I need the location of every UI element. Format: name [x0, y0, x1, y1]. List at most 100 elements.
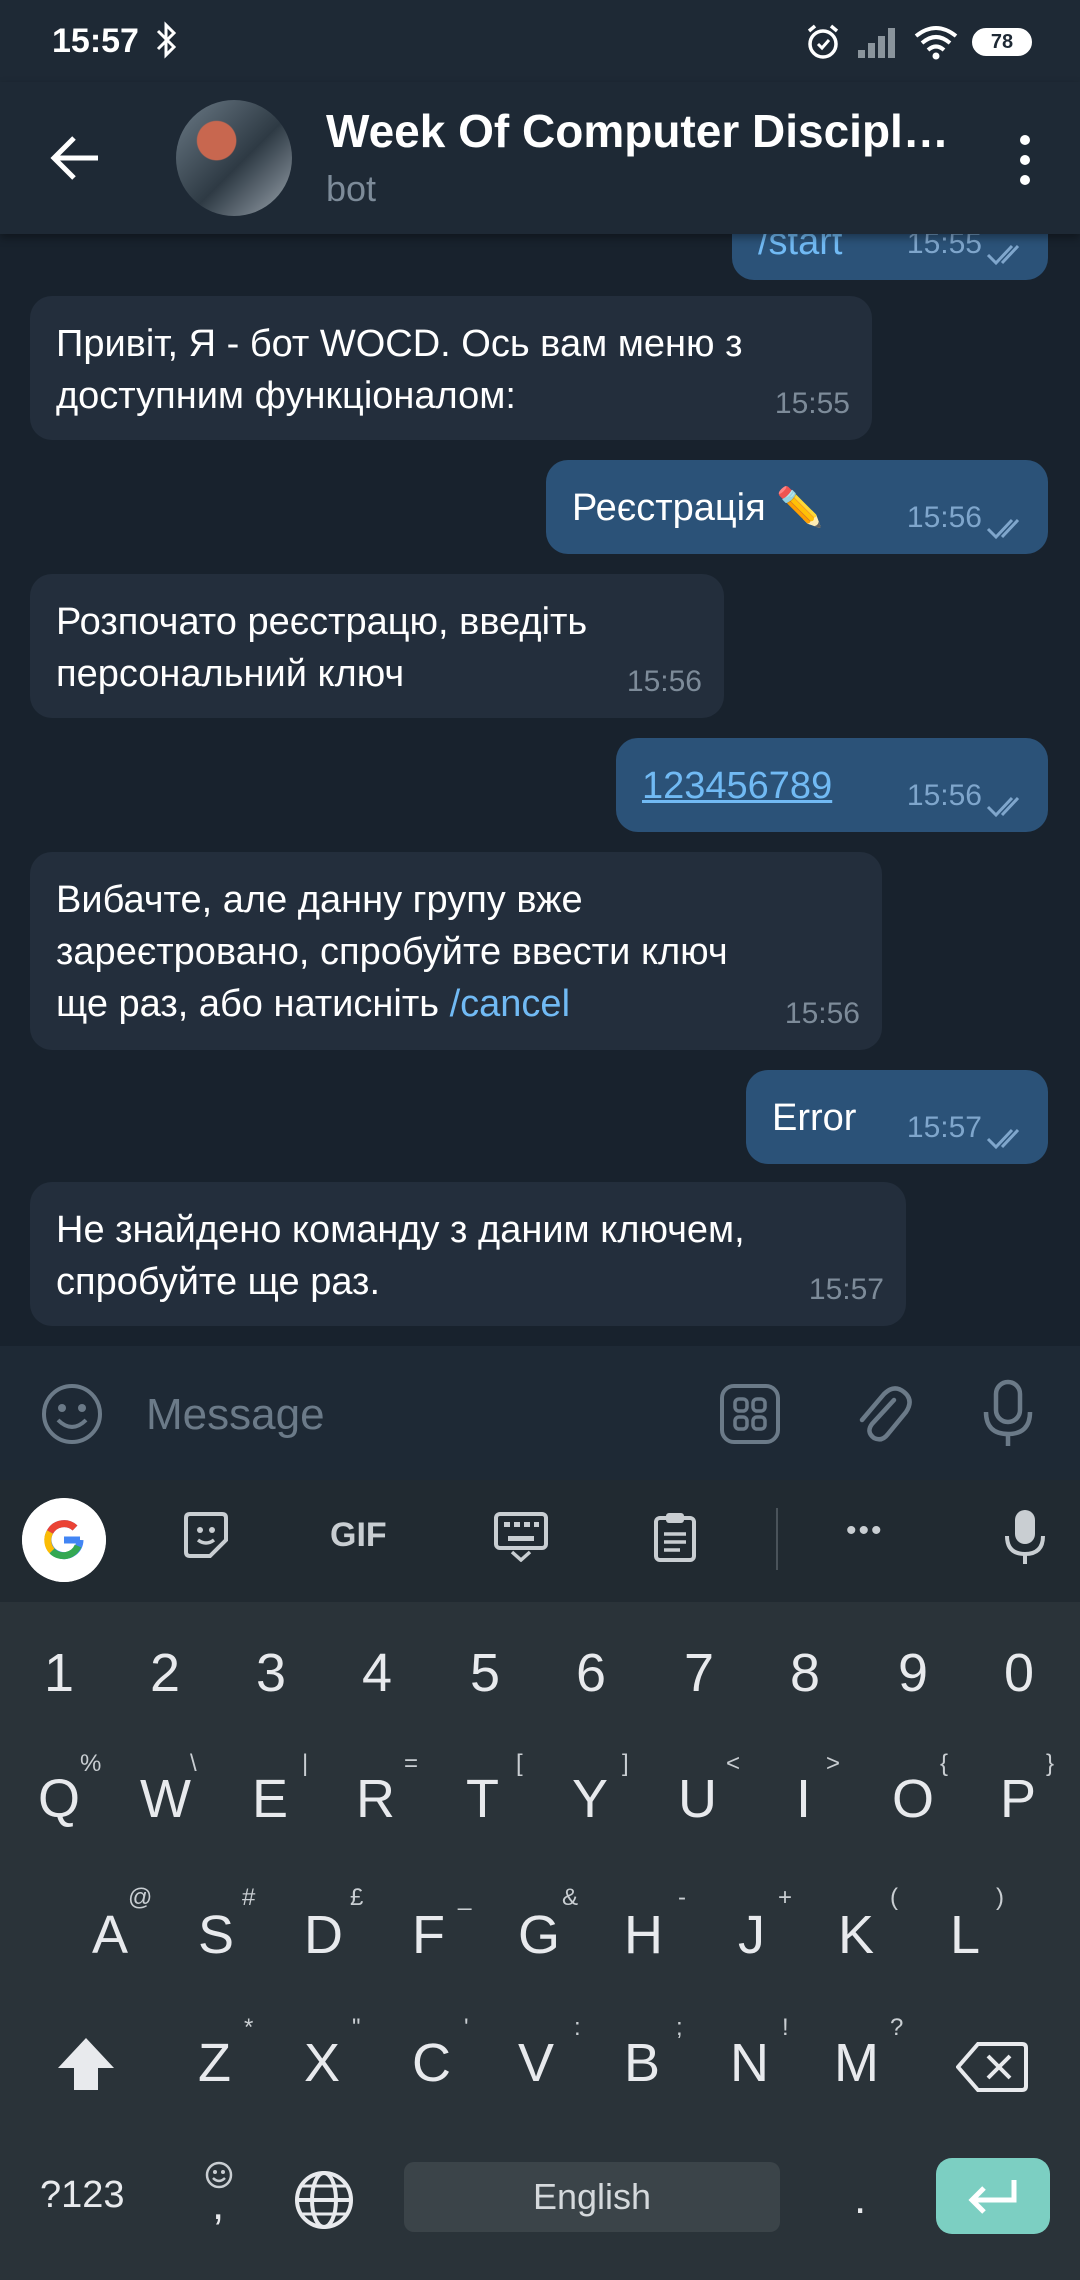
- key-b[interactable]: B;: [624, 2014, 683, 2094]
- double-check-icon: [986, 518, 1020, 540]
- key-w[interactable]: W \: [140, 1750, 197, 1830]
- emoji-icon[interactable]: [40, 1382, 104, 1446]
- key-4[interactable]: 4: [362, 1642, 392, 1704]
- key-hint: =: [404, 1750, 419, 1777]
- key-hint: ): [996, 1884, 1004, 1911]
- key-h[interactable]: H-: [624, 1884, 686, 1966]
- microphone-icon[interactable]: [978, 1378, 1038, 1450]
- key-hint: *: [244, 2014, 254, 2041]
- key-5[interactable]: 5: [470, 1642, 500, 1704]
- chat-title[interactable]: Week Of Computer Discipl…: [326, 104, 966, 158]
- message-incoming[interactable]: Не знайдено команду з даним ключем, спро…: [30, 1182, 906, 1326]
- message-time: 15:56: [906, 501, 982, 534]
- key-hint: &: [562, 1884, 579, 1911]
- key-hint: {: [940, 1750, 949, 1777]
- key-j[interactable]: J +: [738, 1884, 792, 1966]
- enter-key[interactable]: [936, 2158, 1050, 2234]
- chat-header: Week Of Computer Discipl… bot: [0, 82, 1080, 234]
- status-icons: 78: [804, 20, 1032, 64]
- message-time: 15:56: [784, 997, 860, 1030]
- message-time: 15:55: [774, 387, 850, 420]
- shift-icon[interactable]: [54, 2034, 118, 2094]
- back-arrow-icon[interactable]: [44, 126, 108, 190]
- key-g[interactable]: G &: [518, 1884, 578, 1966]
- key-hint: ": [352, 2014, 361, 2041]
- gif-button[interactable]: GIF: [330, 1516, 387, 1555]
- sticker-icon[interactable]: [180, 1510, 232, 1562]
- attach-icon[interactable]: [850, 1380, 914, 1448]
- message-outgoing[interactable]: Error 15:57: [746, 1070, 1048, 1164]
- key-8[interactable]: 8: [790, 1642, 820, 1704]
- status-time: 15:57: [52, 22, 139, 60]
- key-6[interactable]: 6: [576, 1642, 606, 1704]
- key-f[interactable]: F _: [412, 1884, 471, 1966]
- key-hint: ': [464, 2014, 469, 2041]
- key-p[interactable]: P}: [1000, 1750, 1054, 1830]
- backspace-icon[interactable]: [956, 2040, 1028, 2094]
- key-e[interactable]: E |: [252, 1750, 308, 1830]
- key-7[interactable]: 7: [684, 1642, 714, 1704]
- key-z[interactable]: Z *: [198, 2014, 253, 2094]
- key-hint: \: [190, 1750, 197, 1777]
- message-incoming[interactable]: Вибачте, але данну групу вже зареєтрован…: [30, 852, 882, 1050]
- key-hint: |: [302, 1750, 309, 1777]
- space-key[interactable]: English: [404, 2162, 780, 2232]
- key-hint: #: [242, 1884, 256, 1911]
- symbols-key[interactable]: ?123: [40, 2174, 125, 2217]
- language-globe-icon[interactable]: [292, 2168, 356, 2232]
- key-m[interactable]: M?: [834, 2014, 903, 2094]
- key-3[interactable]: 3: [256, 1642, 286, 1704]
- key-a[interactable]: A @: [92, 1884, 152, 1966]
- key-q[interactable]: Q%: [38, 1750, 101, 1830]
- message-input-bar: [0, 1346, 1080, 1480]
- message-text-line: Розпочато реєстрацю, введіть: [56, 601, 588, 643]
- key-hint: !: [782, 2014, 789, 2041]
- google-icon[interactable]: [22, 1498, 106, 1582]
- toolbar-divider: [776, 1508, 778, 1570]
- period-key[interactable]: .: [854, 2174, 866, 2224]
- bot-commands-icon[interactable]: [718, 1382, 782, 1446]
- message-outgoing[interactable]: Реєстрація ✏️ 15:56: [546, 460, 1048, 554]
- message-outgoing[interactable]: 123456789 15:56: [616, 738, 1048, 832]
- key-9[interactable]: 9: [898, 1642, 928, 1704]
- message-input[interactable]: [144, 1384, 688, 1446]
- message-incoming[interactable]: Розпочато реєстрацю, введіть персональни…: [30, 574, 724, 718]
- key-2[interactable]: 2: [150, 1642, 180, 1704]
- key-hint: (: [890, 1884, 898, 1911]
- message-time: 15:57: [808, 1273, 884, 1306]
- clipboard-icon[interactable]: [652, 1510, 698, 1564]
- comma-key[interactable]: ,: [212, 2180, 224, 2230]
- key-n[interactable]: N!: [730, 2014, 789, 2094]
- cancel-command-link[interactable]: /cancel: [450, 983, 570, 1025]
- key-i[interactable]: I >: [796, 1750, 840, 1830]
- message-outgoing[interactable]: /start 15:55: [732, 234, 1048, 280]
- avatar[interactable]: [176, 100, 292, 216]
- key-hint: ?: [890, 2014, 904, 2041]
- key-r[interactable]: R =: [356, 1750, 418, 1830]
- key-k[interactable]: K(: [838, 1884, 898, 1966]
- double-check-icon: [986, 1128, 1020, 1150]
- message-text-line: спробуйте ще раз.: [56, 1261, 381, 1303]
- key-t[interactable]: T[: [466, 1750, 523, 1830]
- key-hint: <: [726, 1750, 741, 1777]
- message-link[interactable]: 123456789: [642, 765, 832, 807]
- message-list[interactable]: /start 15:55 Привіт, Я - бот WOCD. Ось в…: [0, 234, 1080, 1346]
- key-u[interactable]: U <: [678, 1750, 740, 1830]
- message-incoming[interactable]: Привіт, Я - бот WOCD. Ось вам меню з дос…: [30, 296, 872, 440]
- key-s[interactable]: S #: [198, 1884, 255, 1966]
- key-l[interactable]: L): [950, 1884, 1004, 1966]
- message-time: 15:56: [626, 665, 702, 698]
- key-v[interactable]: V:: [518, 2014, 581, 2094]
- battery-indicator: 78: [972, 28, 1032, 56]
- key-x[interactable]: X ": [304, 2014, 361, 2094]
- key-c[interactable]: C ': [412, 2014, 469, 2094]
- keyboard-icon[interactable]: [492, 1510, 550, 1562]
- more-tools-button[interactable]: •••: [846, 1514, 884, 1548]
- voice-input-icon[interactable]: [1002, 1508, 1048, 1568]
- key-1[interactable]: 1: [44, 1642, 74, 1704]
- more-options-icon[interactable]: [1010, 132, 1040, 188]
- key-y[interactable]: Y]: [572, 1750, 629, 1830]
- key-d[interactable]: D £: [304, 1884, 363, 1966]
- key-o[interactable]: O{: [892, 1750, 948, 1830]
- key-0[interactable]: 0: [1004, 1642, 1034, 1704]
